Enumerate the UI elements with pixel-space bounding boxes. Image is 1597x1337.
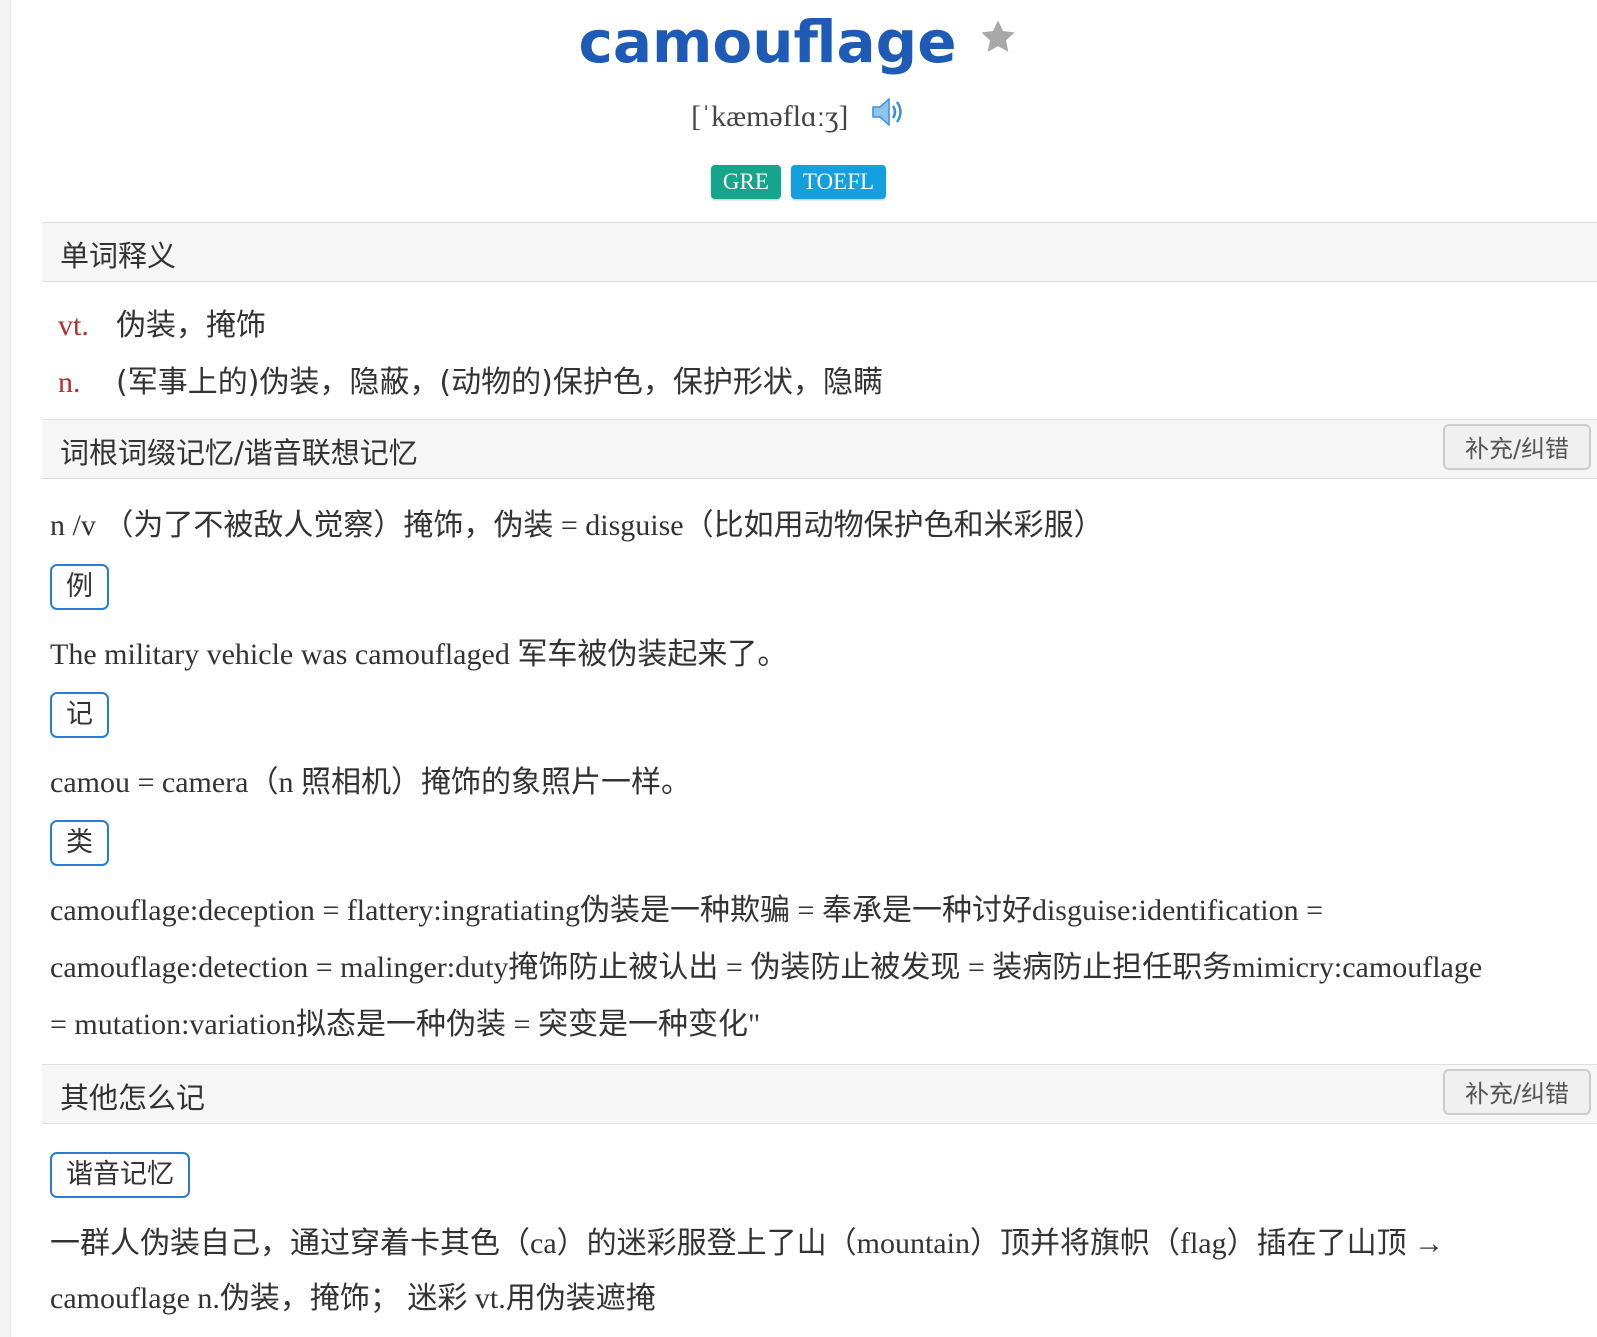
memo-badge: 记 <box>50 692 109 738</box>
definition-text: 伪装，掩饰 <box>116 308 266 343</box>
definition-item: n. (军事上的)伪装，隐蔽，(动物的)保护色，保护形状，隐瞒 <box>58 357 883 401</box>
analogy-line: = mutation:variation拟态是一种伪装 = 突变是一种变化" <box>50 1008 761 1041</box>
word-title: camouflage <box>578 8 957 76</box>
part-of-speech: n. <box>58 366 81 399</box>
section-title: 单词释义 <box>60 239 177 273</box>
correction-button[interactable]: 补充/纠错 <box>1443 1069 1591 1115</box>
homophone-line: 一群人伪装自己，通过穿着卡其色（ca）的迷彩服登上了山（mountain）顶并将… <box>50 1227 1445 1260</box>
analogy-badge: 类 <box>50 820 109 866</box>
word-header: camouflage <box>0 8 1597 76</box>
exam-tags: GRE TOEFL <box>0 165 1597 199</box>
example-sentence: The military vehicle was camouflaged 军车被… <box>50 638 788 671</box>
homophone-line: camouflage n.伪装，掩饰； 迷彩 vt.用伪装遮掩 <box>50 1282 656 1315</box>
root-memory-header: 词根词缀记忆/谐音联想记忆 补充/纠错 <box>42 419 1597 479</box>
memo-text: camou = camera（n 照相机）掩饰的象照片一样。 <box>50 766 691 799</box>
left-border <box>0 0 11 1337</box>
tag-gre[interactable]: GRE <box>710 165 781 199</box>
speaker-icon[interactable] <box>870 95 906 137</box>
example-badge: 例 <box>50 564 109 610</box>
phonetic-text: [ˈkæməflɑːʒ] <box>691 100 849 133</box>
correction-button[interactable]: 补充/纠错 <box>1443 424 1591 470</box>
section-title: 其他怎么记 <box>60 1081 206 1115</box>
definition-text: (军事上的)伪装，隐蔽，(动物的)保护色，保护形状，隐瞒 <box>116 365 883 400</box>
part-of-speech: vt. <box>58 309 89 342</box>
star-icon[interactable] <box>977 16 1019 63</box>
analogy-line: camouflage:detection = malinger:duty掩饰防止… <box>50 951 1483 984</box>
pronunciation-row: [ˈkæməflɑːʒ] <box>0 97 1597 137</box>
other-memory-header: 其他怎么记 补充/纠错 <box>42 1064 1597 1124</box>
definition-item: vt. 伪装，掩饰 <box>58 300 266 344</box>
root-intro: n /v （为了不被敌人觉察）掩饰，伪装 = disguise（比如用动物保护色… <box>50 509 1104 542</box>
homophone-badge: 谐音记忆 <box>50 1152 190 1198</box>
definitions-header: 单词释义 <box>42 222 1597 282</box>
analogy-line: camouflage:deception = flattery:ingratia… <box>50 894 1323 927</box>
tag-toefl[interactable]: TOEFL <box>790 165 887 199</box>
section-title: 词根词缀记忆/谐音联想记忆 <box>60 436 418 470</box>
